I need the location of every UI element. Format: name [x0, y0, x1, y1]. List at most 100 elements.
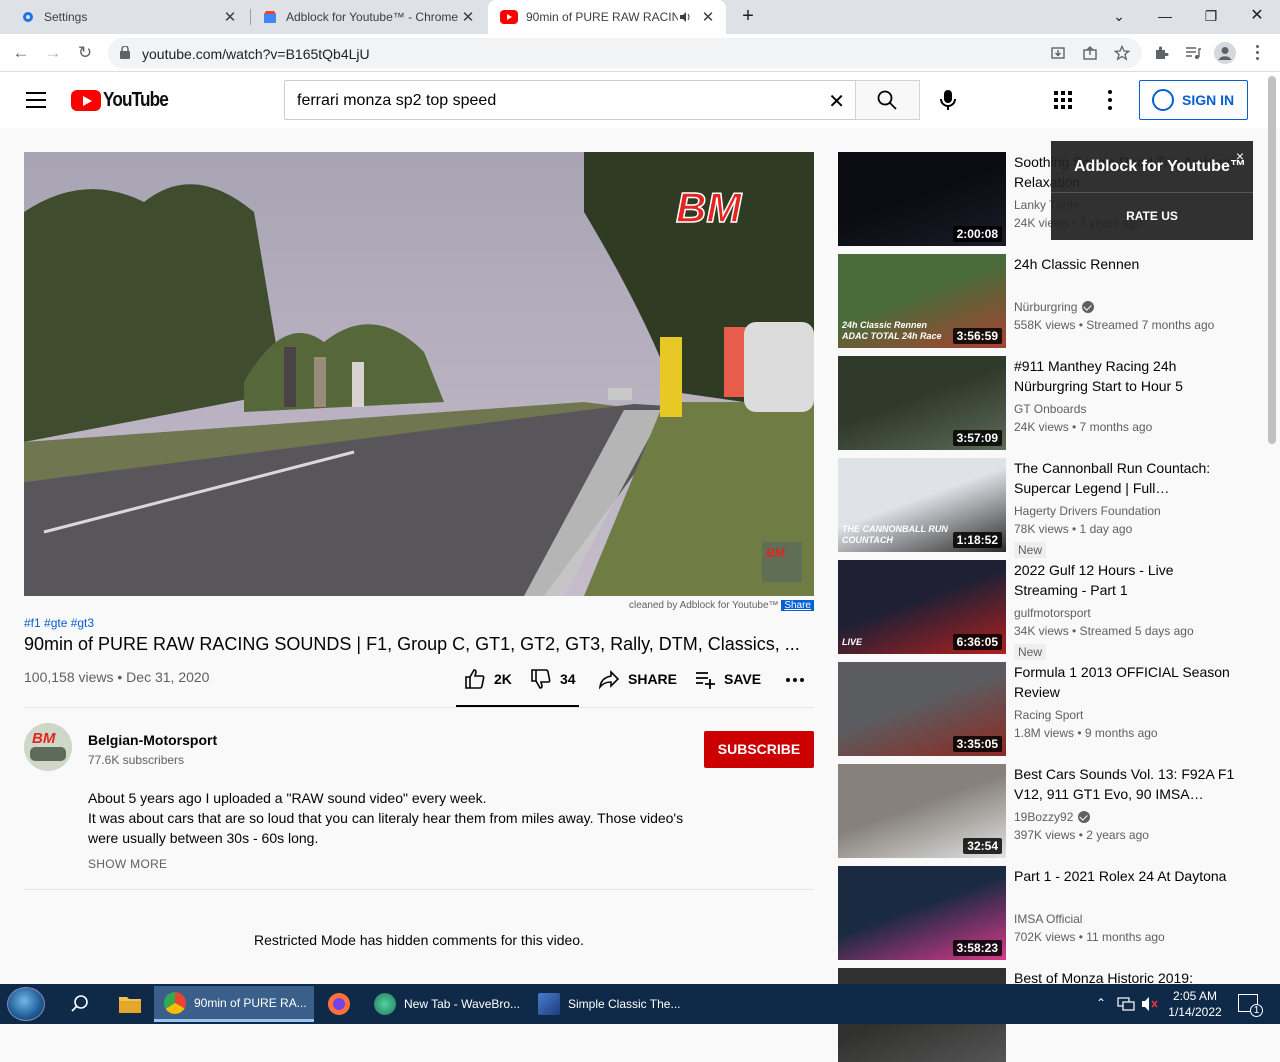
tab-youtube-video[interactable]: 90min of PURE RAW RACING ✕ [488, 0, 726, 34]
close-tab-icon[interactable]: ✕ [222, 8, 238, 26]
close-tab-icon[interactable]: ✕ [460, 8, 476, 26]
recommended-video[interactable]: 24h Classic Rennen ADAC TOTAL 24h Race 3:… [838, 254, 1258, 348]
browser-tab-bar: Settings ✕ Adblock for Youtube™ - Chrome… [0, 0, 1280, 34]
tab-search-icon[interactable]: ⌄ [1096, 4, 1142, 28]
save-button[interactable]: SAVE [694, 664, 761, 694]
video-thumbnail[interactable]: 2:00:08 [838, 152, 1006, 246]
recommended-channel[interactable]: GT Onboards [1014, 402, 1086, 416]
taskbar-item-chrome[interactable]: 90min of PURE RA... [154, 986, 314, 1022]
network-icon[interactable] [1117, 997, 1135, 1011]
video-thumbnail[interactable]: 3:35:05 [838, 662, 1006, 756]
like-button[interactable]: 2K [464, 664, 512, 694]
channel-name[interactable]: Belgian-Motorsport [88, 732, 217, 748]
start-button[interactable] [7, 987, 45, 1021]
share-page-icon[interactable] [1082, 45, 1098, 61]
volume-muted-icon[interactable] [1141, 996, 1159, 1012]
recommended-video[interactable]: THE CANNONBALL RUN COUNTACH 1:18:52 The Ca… [838, 458, 1258, 558]
recommended-channel[interactable]: gulfmotorsport [1014, 606, 1091, 620]
search-input[interactable]: ferrari monza sp2 top speed ✕ [284, 80, 856, 120]
restore-button[interactable]: ❐ [1188, 4, 1234, 28]
forward-button[interactable]: → [40, 40, 66, 66]
recommended-title[interactable]: 24h Classic Rennen [1014, 254, 1236, 274]
hashtags[interactable]: #f1 #gte #gt3 [24, 616, 94, 630]
profile-avatar-icon[interactable] [1214, 42, 1236, 64]
windows-taskbar: 90min of PURE RA... New Tab - WaveBro...… [0, 984, 1280, 1024]
apps-grid-icon[interactable] [1054, 91, 1072, 109]
adblock-share-link[interactable]: Share [781, 600, 814, 611]
video-duration: 32:54 [963, 838, 1002, 854]
system-clock[interactable]: 2:05 AM 1/14/2022 [1160, 988, 1230, 1020]
video-thumbnail[interactable]: 32:54 [838, 764, 1006, 858]
page-scrollbar[interactable] [1268, 76, 1276, 444]
video-thumbnail[interactable]: THE CANNONBALL RUN COUNTACH 1:18:52 [838, 458, 1006, 552]
video-thumbnail[interactable]: 3:57:09 [838, 356, 1006, 450]
microphone-icon[interactable] [936, 88, 960, 112]
back-button[interactable]: ← [8, 40, 34, 66]
recommended-video[interactable]: 3:35:05 Formula 1 2013 OFFICIAL Season Re… [838, 662, 1258, 756]
recommended-title[interactable]: Formula 1 2013 OFFICIAL Season Review [1014, 662, 1236, 702]
recommended-title[interactable]: Part 1 - 2021 Rolex 24 At Daytona [1014, 866, 1236, 886]
recommended-channel[interactable]: Nürburgring [1014, 300, 1095, 314]
taskbar-item-simple-classic[interactable]: Simple Classic The... [528, 986, 682, 1022]
chrome-icon [164, 991, 186, 1014]
tray-chevron-icon[interactable]: ⌃ [1096, 996, 1106, 1010]
notification-count: 1 [1250, 1004, 1263, 1017]
recommended-title[interactable]: Best Cars Sounds Vol. 13: F92A F1 V12, 9… [1014, 764, 1236, 804]
close-tab-icon[interactable]: ✕ [700, 8, 716, 26]
gear-icon [23, 12, 33, 22]
video-duration: 6:36:05 [952, 634, 1002, 650]
share-button[interactable]: SHARE [598, 664, 677, 694]
new-tab-button[interactable]: + [730, 4, 766, 28]
show-more-button[interactable]: SHOW MORE [88, 857, 167, 871]
video-duration: 3:35:05 [952, 736, 1002, 752]
clear-search-icon[interactable]: ✕ [828, 89, 845, 114]
recommended-channel[interactable]: IMSA Official [1014, 912, 1082, 926]
hamburger-menu-icon[interactable] [26, 92, 46, 108]
sign-in-button[interactable]: SIGN IN [1139, 80, 1248, 120]
video-thumbnail[interactable]: 24h Classic Rennen ADAC TOTAL 24h Race 3:… [838, 254, 1006, 348]
url-text: youtube.com/watch?v=B165tQb4LjU [142, 46, 370, 62]
firefox-icon[interactable] [323, 988, 355, 1020]
speaker-icon[interactable] [678, 10, 692, 24]
search-icon[interactable] [64, 988, 96, 1020]
bookmark-star-icon[interactable] [1114, 45, 1130, 61]
recommended-channel[interactable]: Racing Sport [1014, 708, 1083, 722]
youtube-logo[interactable]: YouTube [71, 89, 179, 112]
video-player[interactable]: BM BM [24, 152, 814, 596]
more-actions-icon[interactable] [786, 678, 804, 682]
comments-restricted-notice: Restricted Mode has hidden comments for … [254, 932, 584, 948]
minimize-button[interactable]: — [1142, 4, 1188, 28]
channel-avatar[interactable]: BM [24, 723, 72, 771]
recommended-title[interactable]: #911 Manthey Racing 24h Nürburgring Star… [1014, 356, 1236, 396]
subscribe-button[interactable]: SUBSCRIBE [704, 731, 814, 768]
taskbar-item-wavebrowser[interactable]: New Tab - WaveBro... [364, 986, 524, 1022]
recommended-title[interactable]: The Cannonball Run Countach: Supercar Le… [1014, 458, 1236, 498]
reload-button[interactable]: ↻ [72, 40, 98, 66]
chrome-menu-icon[interactable] [1256, 45, 1260, 60]
install-app-icon[interactable] [1050, 45, 1066, 61]
recommended-channel[interactable]: Hagerty Drivers Foundation [1014, 504, 1161, 518]
notifications-icon[interactable]: 1 [1238, 994, 1263, 1017]
recommended-video[interactable]: 32:54 Best Cars Sounds Vol. 13: F92A F1 V… [838, 764, 1258, 858]
address-bar[interactable]: youtube.com/watch?v=B165tQb4LjU [108, 38, 1142, 68]
file-explorer-icon[interactable] [114, 988, 146, 1020]
tab-settings[interactable]: Settings ✕ [8, 0, 248, 34]
video-thumbnail[interactable]: 3:58:23 [838, 866, 1006, 960]
recommended-title[interactable]: 2022 Gulf 12 Hours - Live Streaming - Pa… [1014, 560, 1236, 600]
clock-time: 2:05 AM [1172, 989, 1218, 1003]
popup-close-icon[interactable]: × [1236, 148, 1244, 164]
video-thumbnail[interactable]: LIVE 6:36:05 [838, 560, 1006, 654]
media-control-icon[interactable] [1185, 45, 1201, 61]
recommended-video[interactable]: 3:57:09 #911 Manthey Racing 24h Nürburgri… [838, 356, 1258, 450]
popup-divider [1051, 192, 1253, 193]
tab-adblock[interactable]: Adblock for Youtube™ - Chrome We ✕ [250, 0, 486, 34]
close-window-button[interactable]: ✕ [1234, 4, 1280, 28]
search-button[interactable] [855, 80, 920, 120]
settings-kebab-icon[interactable] [1108, 90, 1112, 110]
recommended-video[interactable]: LIVE 6:36:05 2022 Gulf 12 Hours - Live Str… [838, 560, 1258, 660]
recommended-channel[interactable]: 19Bozzy92 [1014, 810, 1091, 824]
rate-us-button[interactable]: RATE US [1051, 209, 1253, 223]
dislike-button[interactable]: 34 [530, 664, 576, 694]
extensions-puzzle-icon[interactable] [1153, 45, 1169, 61]
recommended-video[interactable]: 3:58:23 Part 1 - 2021 Rolex 24 At Daytona… [838, 866, 1258, 960]
